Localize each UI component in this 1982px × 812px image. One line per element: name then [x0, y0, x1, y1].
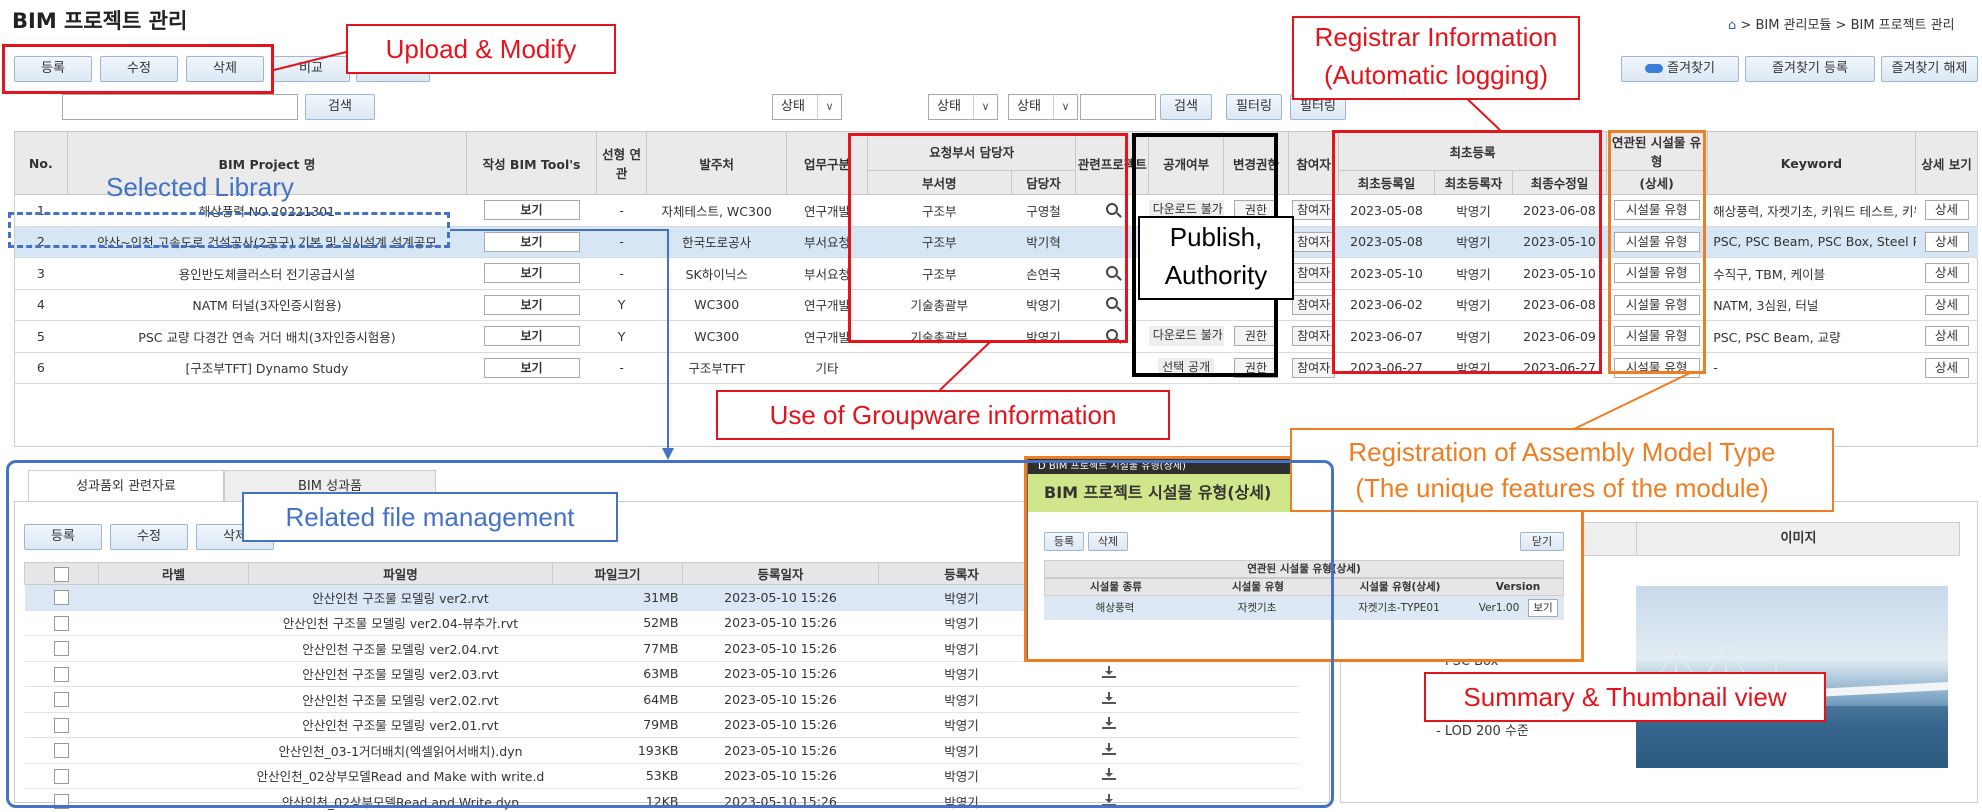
- upload-modify-label: Upload & Modify: [346, 24, 616, 74]
- assembly-label-box: Registration of Assembly Model Type (The…: [1290, 428, 1834, 512]
- publish-label: Publish,: [1169, 222, 1263, 252]
- registrar-box: [1332, 130, 1602, 374]
- related-file-label: Related file management: [242, 492, 618, 542]
- groupware-label: Use of Groupware information: [716, 390, 1170, 440]
- groupware-box: [848, 133, 1128, 343]
- registrar-label-1: Registrar Information: [1314, 22, 1558, 52]
- selected-library-label: Selected Library: [106, 172, 294, 202]
- publish-label-box: Publish, Authority: [1138, 216, 1294, 300]
- assembly-label-1: Registration of Assembly Model Type: [1348, 437, 1776, 467]
- summary-label: Summary & Thumbnail view: [1424, 672, 1826, 722]
- facility-box: [1608, 130, 1706, 374]
- related-file-box: [6, 460, 1334, 808]
- assembly-label-2: (The unique features of the module): [1355, 473, 1769, 503]
- registrar-label-2: (Automatic logging): [1324, 60, 1548, 90]
- selected-library-box: [8, 212, 450, 248]
- authority-label: Authority: [1164, 260, 1268, 290]
- registrar-label-box: Registrar Information (Automatic logging…: [1292, 16, 1580, 100]
